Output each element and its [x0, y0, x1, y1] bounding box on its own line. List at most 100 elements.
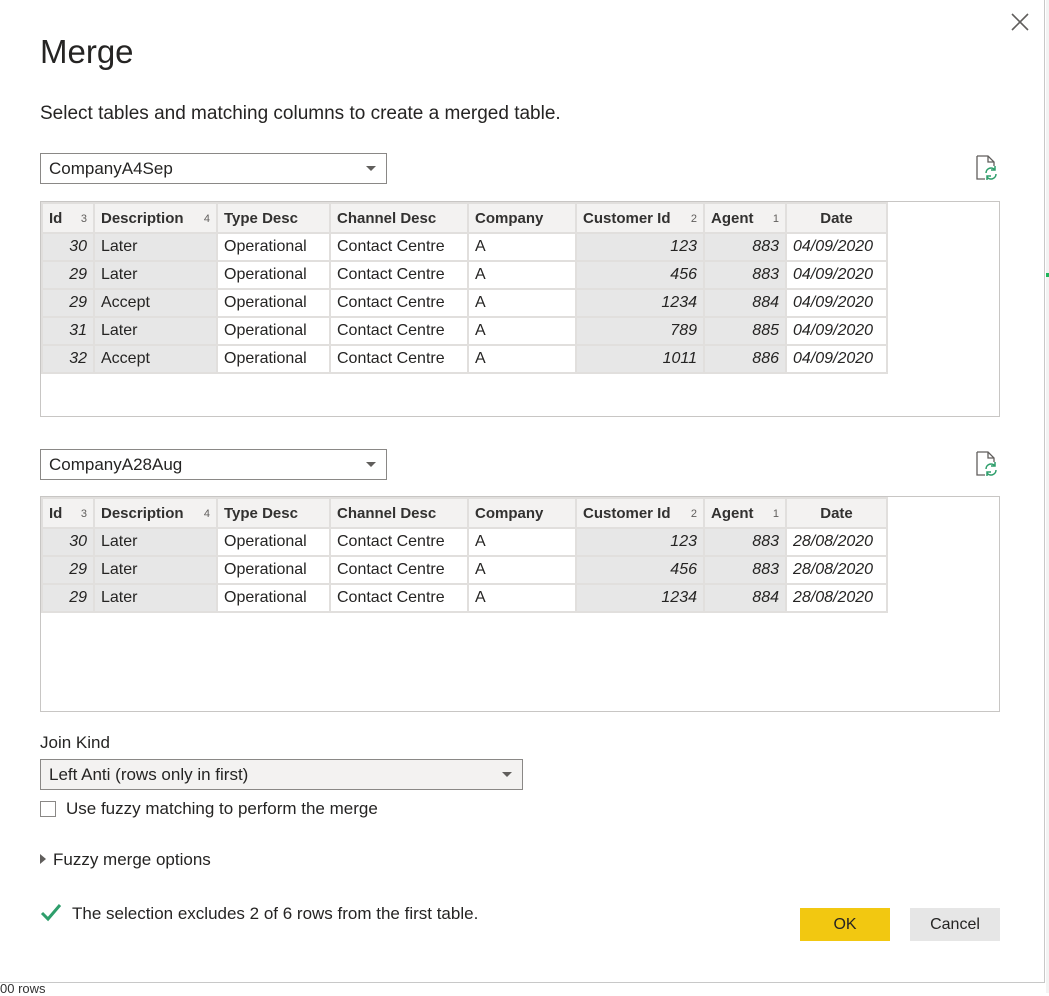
- background-row-count: 00 rows: [0, 981, 46, 996]
- table-cell: 886: [703, 344, 787, 374]
- second-table-column-header[interactable]: Customer Id 2: [575, 497, 705, 529]
- table-cell: 883: [703, 555, 787, 585]
- second-table-column-header[interactable]: Company: [467, 497, 577, 529]
- column-label: Channel Desc: [337, 504, 437, 522]
- table-cell: Later: [93, 232, 218, 262]
- first-table-column-header[interactable]: Channel Desc: [329, 202, 469, 234]
- join-kind-selected: Left Anti (rows only in first): [49, 765, 249, 784]
- table-cell: 28/08/2020: [785, 583, 888, 613]
- table-cell: 884: [703, 583, 787, 613]
- table-cell: 28/08/2020: [785, 555, 888, 585]
- table-cell: 30: [41, 527, 95, 557]
- table-cell: 29: [41, 288, 95, 318]
- second-table-column-header[interactable]: Date: [785, 497, 888, 529]
- table-cell: 456: [575, 555, 705, 585]
- merge-dialog: Merge Select tables and matching columns…: [0, 0, 1045, 983]
- refresh-file-icon[interactable]: [974, 155, 998, 181]
- table-cell: 29: [41, 260, 95, 290]
- table-cell: A: [467, 344, 577, 374]
- first-table-column-header[interactable]: Id 3: [41, 202, 95, 234]
- column-label: Company: [475, 209, 544, 227]
- column-label: Agent: [711, 209, 754, 227]
- table-cell: Contact Centre: [329, 232, 469, 262]
- close-icon[interactable]: [1008, 10, 1032, 34]
- table-cell: Operational: [216, 316, 331, 346]
- chevron-down-icon: [502, 772, 512, 777]
- column-match-order: 3: [80, 507, 87, 520]
- first-table-header: Id 3 Description 4 Type Desc Channel Desc Comp…: [41, 202, 888, 234]
- table-cell: A: [467, 527, 577, 557]
- table-cell: 30: [41, 232, 95, 262]
- column-label: Type Desc: [224, 209, 298, 227]
- first-table-column-header[interactable]: Type Desc: [216, 202, 331, 234]
- table-row: 30 Later Operational Contact Centre A 123 883 0…: [41, 232, 888, 262]
- table-row: 29 Later Operational Contact Centre A 456 883 0…: [41, 260, 888, 290]
- join-kind-label: Join Kind: [40, 733, 110, 752]
- refresh-file-icon[interactable]: [974, 451, 998, 477]
- first-table-preview: Id 3 Description 4 Type Desc Channel Desc Comp…: [40, 201, 1000, 417]
- fuzzy-matching-label: Use fuzzy matching to perform the merge: [66, 799, 378, 818]
- table-cell: Contact Centre: [329, 260, 469, 290]
- cancel-button[interactable]: Cancel: [910, 908, 1000, 941]
- table-cell: 1234: [575, 288, 705, 318]
- table-cell: Operational: [216, 260, 331, 290]
- table-cell: 884: [703, 288, 787, 318]
- first-table-column-header[interactable]: Customer Id 2: [575, 202, 705, 234]
- table-row: 31 Later Operational Contact Centre A 789 885 0…: [41, 316, 888, 346]
- table-cell: 04/09/2020: [785, 260, 888, 290]
- table-cell: 29: [41, 555, 95, 585]
- second-table-select[interactable]: CompanyA28Aug: [40, 449, 387, 480]
- table-cell: 31: [41, 316, 95, 346]
- table-cell: 456: [575, 260, 705, 290]
- first-table-column-header[interactable]: Company: [467, 202, 577, 234]
- column-match-order: 1: [772, 212, 779, 225]
- table-cell: 29: [41, 583, 95, 613]
- table-row: 29 Accept Operational Contact Centre A 1234 88…: [41, 288, 888, 318]
- join-kind-select[interactable]: Left Anti (rows only in first): [40, 759, 523, 790]
- second-table-preview: Id 3 Description 4 Type Desc Channel Desc Comp…: [40, 496, 1000, 712]
- first-table-column-header[interactable]: Agent 1: [703, 202, 787, 234]
- table-row: 32 Accept Operational Contact Centre A 1011 88…: [41, 344, 888, 374]
- table-cell: 883: [703, 527, 787, 557]
- table-cell: Later: [93, 583, 218, 613]
- triangle-right-icon: [40, 854, 46, 864]
- column-label: Type Desc: [224, 504, 298, 522]
- column-label: Description: [101, 209, 184, 227]
- table-cell: 04/09/2020: [785, 344, 888, 374]
- column-label: Channel Desc: [337, 209, 437, 227]
- fuzzy-matching-checkbox[interactable]: [40, 801, 56, 817]
- table-cell: A: [467, 260, 577, 290]
- second-table-column-header[interactable]: Description 4: [93, 497, 218, 529]
- table-cell: Accept: [93, 288, 218, 318]
- column-label: Date: [820, 209, 853, 227]
- first-table-select[interactable]: CompanyA4Sep: [40, 153, 387, 184]
- column-label: Customer Id: [583, 209, 671, 227]
- second-table-column-header[interactable]: Id 3: [41, 497, 95, 529]
- fuzzy-merge-options-toggle[interactable]: Fuzzy merge options: [40, 850, 211, 870]
- table-cell: A: [467, 232, 577, 262]
- table-cell: Operational: [216, 288, 331, 318]
- second-table-column-header[interactable]: Agent 1: [703, 497, 787, 529]
- column-label: Id: [49, 209, 63, 227]
- column-label: Id: [49, 504, 63, 522]
- merge-status: The selection excludes 2 of 6 rows from …: [40, 902, 478, 924]
- second-table-column-header[interactable]: Type Desc: [216, 497, 331, 529]
- table-cell: Operational: [216, 527, 331, 557]
- first-table-column-header[interactable]: Date: [785, 202, 888, 234]
- column-match-order: 3: [80, 212, 87, 225]
- table-cell: 32: [41, 344, 95, 374]
- chevron-down-icon: [366, 462, 376, 467]
- table-cell: 885: [703, 316, 787, 346]
- dialog-subtitle: Select tables and matching columns to cr…: [40, 103, 561, 124]
- first-table-column-header[interactable]: Description 4: [93, 202, 218, 234]
- second-table-column-header[interactable]: Channel Desc: [329, 497, 469, 529]
- table-row: 29 Later Operational Contact Centre A 456 883 2…: [41, 555, 888, 585]
- table-cell: Later: [93, 260, 218, 290]
- table-cell: Contact Centre: [329, 527, 469, 557]
- table-row: 29 Later Operational Contact Centre A 1234 884…: [41, 583, 888, 613]
- ok-button[interactable]: OK: [800, 908, 890, 941]
- chevron-down-icon: [366, 166, 376, 171]
- table-cell: 04/09/2020: [785, 232, 888, 262]
- table-cell: Contact Centre: [329, 316, 469, 346]
- column-match-order: 2: [690, 507, 697, 520]
